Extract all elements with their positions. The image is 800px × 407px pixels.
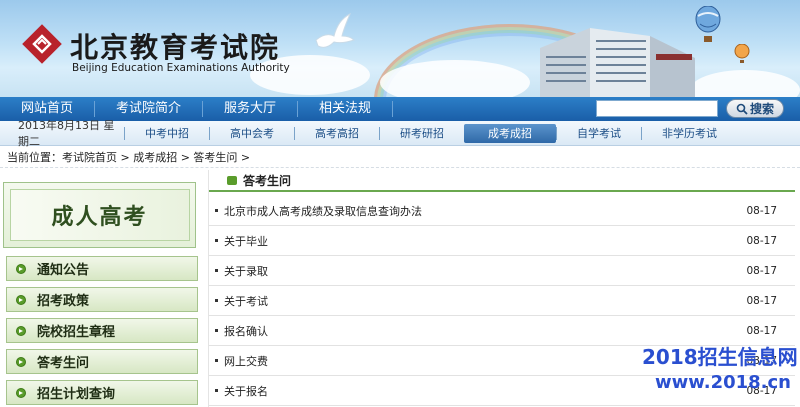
bullet-icon (215, 389, 218, 392)
site-subtitle: Beijing Education Examinations Authority (72, 62, 290, 74)
list-item[interactable]: 关于考试 08-17 (209, 286, 795, 316)
list-item-date: 08-17 (746, 264, 777, 277)
cloud-decoration (380, 60, 530, 97)
bullet-icon (215, 239, 218, 242)
list-item-title[interactable]: 网上交费 (224, 353, 268, 369)
sub-nav: 2013年8月13日 星期二 中考中招 高中会考 高考高招 研考研招 成考成招 … (0, 119, 800, 148)
subnav-feixueli[interactable]: 非学历考试 (641, 126, 737, 140)
list-item-title[interactable]: 关于考试 (224, 293, 268, 309)
logo-icon (22, 24, 62, 64)
list-item[interactable]: 关于录取 08-17 (209, 256, 795, 286)
subnav-yankao[interactable]: 研考研招 (379, 126, 464, 140)
bullet-icon (215, 209, 218, 212)
bullet-icon (215, 269, 218, 272)
breadcrumb: 当前位置：考试院首页 > 成考成招 > 答考生问 > (0, 147, 800, 168)
subnav-zhongkao[interactable]: 中考中招 (124, 126, 209, 140)
list-item-title[interactable]: 报名确认 (224, 323, 268, 339)
search-icon (736, 103, 748, 115)
nav-regulations[interactable]: 相关法规 (298, 101, 394, 117)
arrow-bullet-icon (17, 389, 25, 397)
sidebar-item-policy[interactable]: 招考政策 (6, 287, 198, 312)
sidebar-heading: 成人高考 (9, 189, 190, 241)
nav-home[interactable]: 网站首页 (0, 101, 96, 117)
subnav-zikao[interactable]: 自学考试 (556, 126, 641, 140)
watermark-url: www.2018.cn (655, 372, 791, 393)
bullet-icon (215, 359, 218, 362)
balloon-icon (695, 6, 721, 42)
sidebar-item-label: 招生计划查询 (37, 387, 116, 402)
subnav-huikao[interactable]: 高中会考 (209, 126, 294, 140)
sidebar-item-faq[interactable]: 答考生问 (6, 349, 198, 374)
subnav-gaokao[interactable]: 高考高招 (294, 126, 379, 140)
list-item-date: 08-17 (746, 324, 777, 337)
list-item-date: 08-17 (746, 234, 777, 247)
list-item-date: 08-17 (746, 204, 777, 217)
sidebar-item-notice[interactable]: 通知公告 (6, 256, 198, 281)
list-item[interactable]: 关于毕业 08-17 (209, 226, 795, 256)
dove-icon (315, 12, 355, 48)
sidebar-item-charter[interactable]: 院校招生章程 (6, 318, 198, 343)
list-item-title[interactable]: 关于报名 (224, 383, 268, 399)
current-date: 2013年8月13日 星期二 (18, 119, 115, 148)
list-item[interactable]: 北京市成人高考成绩及录取信息查询办法 08-17 (209, 196, 795, 226)
list-item-title[interactable]: 北京市成人高考成绩及录取信息查询办法 (224, 203, 422, 219)
sidebar-item-plan-query[interactable]: 招生计划查询 (6, 380, 198, 405)
nav-service[interactable]: 服务大厅 (203, 101, 299, 117)
search-input[interactable] (596, 100, 718, 117)
search-button[interactable]: 搜索 (726, 99, 784, 118)
nav-about[interactable]: 考试院简介 (95, 101, 204, 117)
sidebar-item-label: 招考政策 (37, 294, 90, 309)
sidebar-item-label: 通知公告 (37, 263, 90, 278)
cloud-decoration (690, 70, 800, 97)
building-image (540, 28, 695, 97)
section-icon (227, 175, 237, 185)
site-title: 北京教育考试院 (70, 31, 281, 64)
sidebar-item-label: 院校招生章程 (37, 325, 116, 340)
arrow-bullet-icon (17, 296, 25, 304)
watermark-text: 2018招生信息网 (642, 345, 798, 369)
arrow-bullet-icon (17, 327, 25, 335)
sidebar-item-label: 答考生问 (37, 356, 90, 371)
list-item-title[interactable]: 关于毕业 (224, 233, 268, 249)
subnav-chengkao[interactable]: 成考成招 (464, 123, 556, 143)
arrow-bullet-icon (17, 265, 25, 273)
bullet-icon (215, 329, 218, 332)
list-item-date: 08-17 (746, 294, 777, 307)
arrow-bullet-icon (17, 358, 25, 366)
content-header: 答考生问 (209, 170, 795, 192)
sidebar-heading-box: 成人高考 (3, 182, 196, 248)
content-title: 答考生问 (243, 173, 292, 188)
search-button-label: 搜索 (749, 102, 774, 116)
header-banner: 北京教育考试院 Beijing Education Examinations A… (0, 0, 800, 97)
sidebar: 成人高考 通知公告 招考政策 院校招生章程 答考生问 招生计划查询 (3, 182, 200, 407)
bullet-icon (215, 299, 218, 302)
balloon-icon (734, 44, 750, 63)
list-item-title[interactable]: 关于录取 (224, 263, 268, 279)
